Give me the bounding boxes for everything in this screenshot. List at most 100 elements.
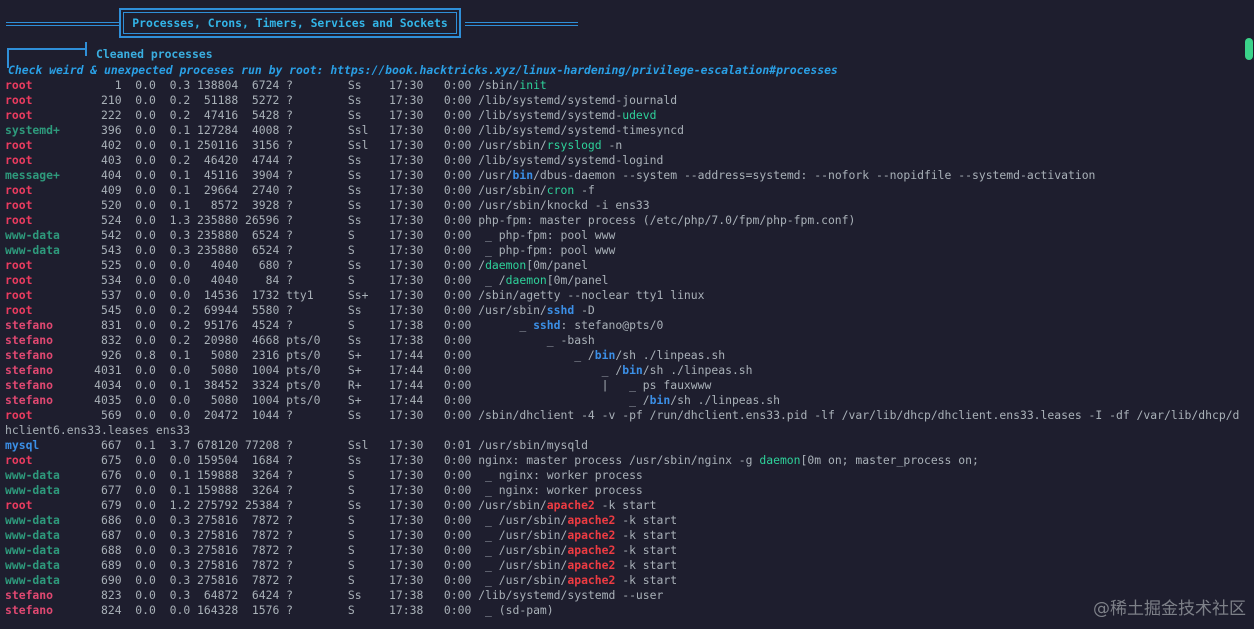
process-command-part: /sh ./linpeas.sh — [642, 363, 753, 377]
process-stats: 525 0.0 0.0 4040 680 ? Ss 17:30 0:00 — [59, 258, 479, 272]
process-command-part: -k start — [615, 573, 678, 587]
process-row: root 675 0.0 0.0 159504 1684 ? Ss 17:30 … — [5, 453, 1239, 468]
process-command-part: _ php-fpm: pool www — [478, 228, 616, 242]
process-stats: 534 0.0 0.0 4040 84 ? S 17:30 0:00 — [59, 273, 479, 287]
process-stats: 823 0.0 0.3 64872 6424 ? Ss 17:38 0:00 — [59, 588, 479, 602]
process-user: stefano — [5, 603, 60, 617]
process-stats: 677 0.0 0.1 159888 3264 ? S 17:30 0:00 — [59, 483, 479, 497]
process-row: root 409 0.0 0.1 29664 2740 ? Ss 17:30 0… — [5, 183, 1239, 198]
process-stats: 832 0.0 0.2 20980 4668 pts/0 Ss 17:38 0:… — [59, 333, 479, 347]
process-row: root 537 0.0 0.0 14536 1732 tty1 Ss+ 17:… — [5, 288, 1239, 303]
process-command-part: apache2 — [567, 573, 616, 587]
process-row: stefano 831 0.0 0.2 95176 4524 ? S 17:38… — [5, 318, 1239, 333]
process-command-part: daemon — [505, 273, 547, 287]
process-user: www-data — [5, 243, 60, 257]
process-user: stefano — [5, 363, 60, 377]
process-command-part: /sbin/dhclient -4 -v -pf /run/dhclient.e… — [478, 408, 1240, 422]
process-row: mysql 667 0.1 3.7 678120 77208 ? Ssl 17:… — [5, 438, 1239, 453]
process-row: root 545 0.0 0.2 69944 5580 ? Ss 17:30 0… — [5, 303, 1239, 318]
process-stats: 4031 0.0 0.0 5080 1004 pts/0 S+ 17:44 0:… — [59, 363, 479, 377]
process-stats: 824 0.0 0.0 164328 1576 ? S 17:38 0:00 — [59, 603, 479, 617]
process-stats: 676 0.0 0.1 159888 3264 ? S 17:30 0:00 — [59, 468, 479, 482]
process-row: stefano 4035 0.0 0.0 5080 1004 pts/0 S+ … — [5, 393, 1239, 408]
process-command-part: /lib/systemd/systemd- — [478, 108, 623, 122]
process-row: stefano 824 0.0 0.0 164328 1576 ? S 17:3… — [5, 603, 1239, 618]
process-stats: 689 0.0 0.3 275816 7872 ? S 17:30 0:00 — [59, 558, 479, 572]
banner-box: Processes, Crons, Timers, Services and S… — [119, 8, 461, 38]
process-user: root — [5, 213, 60, 227]
process-command-part: apache2 — [567, 543, 616, 557]
process-stats: 545 0.0 0.2 69944 5580 ? Ss 17:30 0:00 — [59, 303, 479, 317]
process-row: www-data 690 0.0 0.3 275816 7872 ? S 17:… — [5, 573, 1239, 588]
process-command-part: init — [519, 78, 547, 92]
process-user: root — [5, 183, 60, 197]
process-user: stefano — [5, 393, 60, 407]
process-row: stefano 832 0.0 0.2 20980 4668 pts/0 Ss … — [5, 333, 1239, 348]
process-stats: 520 0.0 0.1 8572 3928 ? Ss 17:30 0:00 — [59, 198, 479, 212]
process-row: root 222 0.0 0.2 47416 5428 ? Ss 17:30 0… — [5, 108, 1239, 123]
process-command-part: /lib/systemd/systemd-timesyncd — [478, 123, 684, 137]
process-row: systemd+ 396 0.0 0.1 127284 4008 ? Ssl 1… — [5, 123, 1239, 138]
process-user: www-data — [5, 513, 60, 527]
process-command-part: /usr/sbin/ — [478, 138, 547, 152]
process-user: stefano — [5, 378, 60, 392]
process-row: root 679 0.0 1.2 275792 25384 ? Ss 17:30… — [5, 498, 1239, 513]
process-command-part: _ — [478, 318, 534, 332]
process-command-part: daemon — [485, 258, 527, 272]
process-command-part: _ -bash — [478, 333, 595, 347]
process-row: www-data 687 0.0 0.3 275816 7872 ? S 17:… — [5, 528, 1239, 543]
process-command-part: nginx: master process /usr/sbin/nginx -g — [478, 453, 760, 467]
process-command-part: -k start — [615, 528, 678, 542]
process-command-part: /lib/systemd/systemd-logind — [478, 153, 664, 167]
process-row: www-data 676 0.0 0.1 159888 3264 ? S 17:… — [5, 468, 1239, 483]
process-command-part: -k start — [615, 543, 678, 557]
process-command-part: /dbus-daemon --system --address=systemd:… — [533, 168, 1096, 182]
process-stats: 542 0.0 0.3 235880 6524 ? S 17:30 0:00 — [59, 228, 479, 242]
process-command-part: bin — [622, 363, 643, 377]
process-command-part: cron — [546, 183, 575, 197]
process-user: root — [5, 108, 60, 122]
process-stats: 675 0.0 0.0 159504 1684 ? Ss 17:30 0:00 — [59, 453, 479, 467]
process-command-part: -k start — [594, 498, 657, 512]
scrollbar-thumb[interactable] — [1245, 38, 1253, 60]
process-command-part: bin — [649, 393, 671, 407]
process-command-part: /usr/sbin/mysqld — [478, 438, 588, 452]
process-user: stefano — [5, 588, 60, 602]
banner-rule-left — [6, 22, 119, 26]
process-user: message+ — [5, 168, 60, 182]
process-row: root 1 0.0 0.3 138804 6724 ? Ss 17:30 0:… — [5, 78, 1239, 93]
process-row: root 210 0.0 0.2 51188 5272 ? Ss 17:30 0… — [5, 93, 1239, 108]
process-user: www-data — [5, 468, 60, 482]
process-command-part: sshd — [546, 303, 575, 317]
banner-title: Processes, Crons, Timers, Services and S… — [132, 16, 448, 30]
process-command-part: /lib/systemd/systemd --user — [478, 588, 664, 602]
banner-rule-right — [465, 22, 578, 26]
process-stats: 409 0.0 0.1 29664 2740 ? Ss 17:30 0:00 — [59, 183, 479, 197]
process-user: root — [5, 303, 60, 317]
process-cmd-continuation: hclient6.ens33.leases ens33 — [5, 423, 191, 437]
process-command-part: -f — [574, 183, 595, 197]
process-command-part: _ /usr/sbin/ — [478, 558, 568, 572]
process-user: systemd+ — [5, 123, 60, 137]
process-stats: 4034 0.0 0.1 38452 3324 pts/0 R+ 17:44 0… — [59, 378, 479, 392]
process-stats: 543 0.0 0.3 235880 6524 ? S 17:30 0:00 — [59, 243, 479, 257]
process-command-part: /usr/ — [478, 168, 513, 182]
process-stats: 402 0.0 0.1 250116 3156 ? Ssl 17:30 0:00 — [59, 138, 479, 152]
process-command-part: [0m/panel — [546, 273, 609, 287]
process-command-part: [0m/panel — [526, 258, 588, 272]
process-row: root 525 0.0 0.0 4040 680 ? Ss 17:30 0:0… — [5, 258, 1239, 273]
process-command-part: bin — [512, 168, 534, 182]
process-row: root 402 0.0 0.1 250116 3156 ? Ssl 17:30… — [5, 138, 1239, 153]
process-command-part: _ / — [478, 348, 595, 362]
process-user: www-data — [5, 483, 60, 497]
process-stats: 537 0.0 0.0 14536 1732 tty1 Ss+ 17:30 0:… — [59, 288, 479, 302]
process-command-part: -k start — [615, 558, 678, 572]
process-user: root — [5, 288, 60, 302]
banner: Processes, Crons, Timers, Services and S… — [0, 0, 1254, 48]
process-stats: 679 0.0 1.2 275792 25384 ? Ss 17:30 0:00 — [59, 498, 479, 512]
process-user: root — [5, 408, 60, 422]
process-command-part: apache2 — [567, 513, 616, 527]
process-command-part: -n — [601, 138, 623, 152]
process-command-part: daemon — [759, 453, 801, 467]
process-user: stefano — [5, 348, 60, 362]
